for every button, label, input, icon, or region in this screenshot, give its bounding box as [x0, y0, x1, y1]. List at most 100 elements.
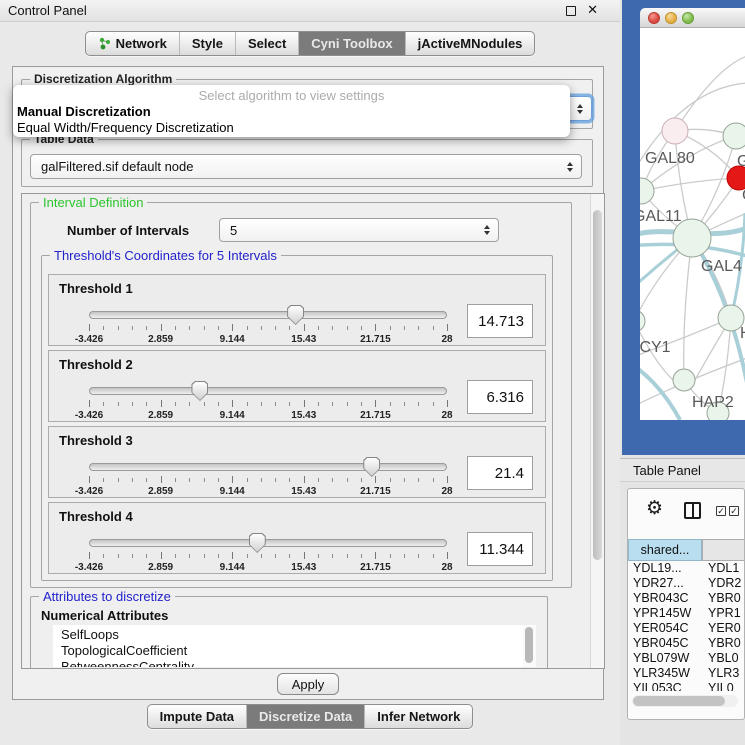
checkbox-icon[interactable]: ✓ — [716, 506, 726, 516]
table-data-combobox-value: galFiltered.sif default node — [41, 159, 193, 174]
threshold-value-field[interactable]: 6.316 — [467, 380, 533, 414]
cyni-toolbox-panel: Discretization Algorithm Table Data galF… — [12, 66, 604, 700]
number-of-intervals-combobox[interactable]: 5 — [219, 218, 499, 242]
network-view-window: GAL80G.CGAL11GAL4GCY1HHAP2 — [622, 0, 745, 455]
table-row[interactable]: YBR045CYBR0 — [628, 636, 745, 651]
slider-track[interactable] — [89, 311, 447, 319]
cell-shared-name[interactable]: YPR145W — [628, 606, 702, 621]
table-horizontal-scrollbar[interactable] — [632, 695, 738, 707]
attribute-item-topologicalcoefficient[interactable]: TopologicalCoefficient — [61, 643, 535, 659]
thresholds-group-title: Threshold's Coordinates for 5 Intervals — [50, 248, 281, 263]
zoom-traffic-light-icon[interactable] — [682, 12, 694, 24]
attributes-group-title: Attributes to discretize — [39, 589, 175, 604]
slider-thumb[interactable] — [191, 381, 208, 401]
threshold-box-3: Threshold 3-3.4262.8599.14415.4321.71528… — [48, 426, 546, 498]
table-row[interactable]: YER054CYER0 — [628, 621, 745, 636]
attribute-item-betweennesscentrality[interactable]: BetweennessCentrality — [61, 659, 535, 667]
threshold-value-field[interactable]: 11.344 — [467, 532, 533, 566]
threshold-slider-2[interactable]: -3.4262.8599.14415.4321.71528 — [89, 387, 447, 417]
numerical-attributes-list[interactable]: SelfLoopsTopologicalCoefficientBetweenne… — [53, 625, 535, 667]
threshold-slider-3[interactable]: -3.4262.8599.14415.4321.71528 — [89, 463, 447, 493]
tab-style[interactable]: Style — [180, 32, 236, 55]
control-panel-titlebar: Control Panel ✕ — [0, 0, 620, 22]
close-icon[interactable]: ✕ — [587, 2, 598, 18]
table-row[interactable]: YDL19...YDL1 — [628, 561, 745, 576]
cell-shared-name[interactable]: YER054C — [628, 621, 702, 636]
attributes-list-scrollbar[interactable] — [523, 625, 536, 667]
node-hap2[interactable] — [673, 369, 695, 391]
mode-tab-infer-network[interactable]: Infer Network — [365, 705, 472, 728]
slider-track[interactable] — [89, 387, 447, 395]
threshold-value-field[interactable]: 14.713 — [467, 304, 533, 338]
apply-button[interactable]: Apply — [277, 673, 339, 695]
node-label-gcy1: GCY1 — [640, 339, 671, 356]
threshold-slider-4[interactable]: -3.4262.8599.14415.4321.71528 — [89, 539, 447, 569]
threshold-value-field[interactable]: 21.4 — [467, 456, 533, 490]
checkbox-icon[interactable]: ✓ — [729, 506, 739, 516]
cell-name[interactable]: YLR3 — [702, 666, 745, 681]
network-canvas[interactable]: GAL80G.CGAL11GAL4GCY1HHAP2 — [640, 28, 745, 420]
slider-track[interactable] — [89, 463, 447, 471]
tab-jactivemnodules[interactable]: jActiveMNodules — [406, 32, 535, 55]
cell-shared-name[interactable]: YDR27... — [628, 576, 702, 591]
network-window-titlebar — [640, 8, 745, 28]
slider-thumb[interactable] — [363, 457, 380, 477]
slider-thumb[interactable] — [287, 305, 304, 325]
cell-shared-name[interactable]: YIL053C — [628, 681, 702, 691]
cell-name[interactable]: YDL1 — [702, 561, 745, 576]
numerical-attributes-label: Numerical Attributes — [41, 608, 168, 623]
cell-shared-name[interactable]: YLR345W — [628, 666, 702, 681]
cell-name[interactable]: YDR2 — [702, 576, 745, 591]
minimize-traffic-light-icon[interactable] — [665, 12, 677, 24]
cell-name[interactable]: YPR1 — [702, 606, 745, 621]
cell-name[interactable]: YBL0 — [702, 651, 745, 666]
columns-icon[interactable] — [684, 502, 701, 519]
column-header-shared-name[interactable]: shared... — [628, 539, 702, 561]
dropdown-placeholder-item[interactable]: Select algorithm to view settings — [13, 87, 570, 104]
cell-name[interactable]: YBR0 — [702, 591, 745, 606]
tab-cyni-toolbox[interactable]: Cyni Toolbox — [299, 32, 405, 55]
cell-shared-name[interactable]: YBL079W — [628, 651, 702, 666]
threshold-label: Threshold 4 — [59, 509, 133, 524]
network-edge[interactable] — [684, 238, 692, 380]
cell-name[interactable]: YBR0 — [702, 636, 745, 651]
table-row[interactable]: YPR145WYPR1 — [628, 606, 745, 621]
table-row[interactable]: YDR27...YDR2 — [628, 576, 745, 591]
tab-network[interactable]: Network — [86, 32, 180, 55]
cell-name[interactable]: YER0 — [702, 621, 745, 636]
control-panel-window: Control Panel ✕ NetworkStyleSelectCyni T… — [0, 0, 620, 745]
dropdown-item-manual-discretization[interactable]: Manual Discretization — [13, 104, 570, 120]
gear-icon[interactable]: ⚙ — [646, 497, 663, 520]
table-data-combobox[interactable]: galFiltered.sif default node — [30, 154, 582, 179]
attribute-item-selfloops[interactable]: SelfLoops — [61, 627, 535, 643]
network-edge[interactable] — [640, 363, 680, 420]
combo-arrows-icon — [577, 104, 583, 114]
float-icon[interactable] — [566, 6, 576, 16]
mode-tab-label: Infer Network — [377, 709, 460, 724]
node-gcy1[interactable] — [640, 310, 645, 332]
table-row[interactable]: YLR345WYLR3 — [628, 666, 745, 681]
slider-track[interactable] — [89, 539, 447, 547]
slider-thumb[interactable] — [249, 533, 266, 553]
bottom-tab-bar: Impute Data Discretize Data Infer Network — [0, 704, 620, 729]
column-header-name[interactable]: na — [702, 539, 745, 561]
table-row[interactable]: YBL079WYBL0 — [628, 651, 745, 666]
mode-tab-impute-data[interactable]: Impute Data — [148, 705, 247, 728]
mode-tab-discretize-data[interactable]: Discretize Data — [247, 705, 365, 728]
settings-scrollpane: Interval Definition Number of Intervals … — [21, 193, 605, 669]
cell-shared-name[interactable]: YDL19... — [628, 561, 702, 576]
cell-name[interactable]: YIL0 — [702, 681, 745, 691]
node-gal80[interactable] — [662, 118, 688, 144]
node-label-g-: G. — [737, 153, 745, 170]
cell-shared-name[interactable]: YBR043C — [628, 591, 702, 606]
settings-vertical-scrollbar[interactable] — [590, 194, 604, 668]
table-row[interactable]: YIL053CYIL0 — [628, 681, 745, 691]
tab-select[interactable]: Select — [236, 32, 299, 55]
threshold-slider-1[interactable]: -3.4262.8599.14415.4321.71528 — [89, 311, 447, 341]
mode-tab-label: Discretize Data — [259, 709, 352, 724]
dropdown-item-equal-width-frequency[interactable]: Equal Width/Frequency Discretization — [13, 120, 570, 136]
node-g[interactable] — [723, 123, 745, 149]
table-row[interactable]: YBR043CYBR0 — [628, 591, 745, 606]
close-traffic-light-icon[interactable] — [648, 12, 660, 24]
cell-shared-name[interactable]: YBR045C — [628, 636, 702, 651]
